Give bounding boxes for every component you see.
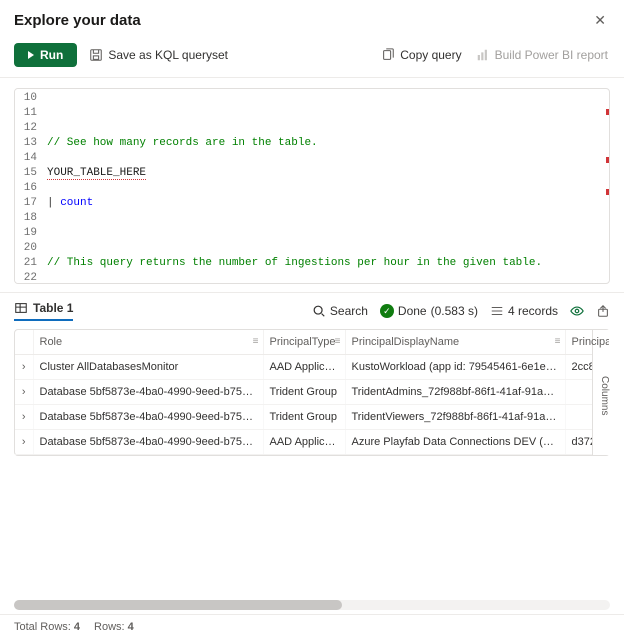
tab-label: Table 1 bbox=[33, 301, 73, 315]
column-label: PrincipalType bbox=[270, 336, 336, 348]
code-content[interactable]: // See how many records are in the table… bbox=[43, 89, 609, 283]
copy-query-button[interactable]: Copy query bbox=[379, 44, 463, 66]
total-rows: Total Rows: 4 bbox=[14, 621, 80, 633]
table-row[interactable]: ›Database 5bf5873e-4ba0-4990-9eed-b75cd6… bbox=[15, 430, 609, 455]
expand-row-icon[interactable]: › bbox=[15, 355, 33, 380]
status-label: Done bbox=[398, 304, 427, 318]
error-marker bbox=[606, 109, 609, 115]
column-menu-icon[interactable]: ≡ bbox=[335, 336, 341, 347]
play-icon bbox=[28, 51, 34, 59]
table-row[interactable]: ›Database 5bf5873e-4ba0-4990-9eed-b75cd6… bbox=[15, 405, 609, 430]
records-count: 4 records bbox=[490, 304, 558, 318]
column-menu-icon[interactable]: ≡ bbox=[555, 336, 561, 347]
error-marker bbox=[606, 157, 609, 163]
code-identifier: YOUR_TABLE_HERE bbox=[47, 167, 146, 180]
scrollbar-thumb[interactable] bbox=[14, 600, 342, 610]
powerbi-icon bbox=[476, 48, 490, 62]
cell-role: Database 5bf5873e-4ba0-4990-9eed-b75cd63… bbox=[33, 430, 263, 455]
status-time: (0.583 s) bbox=[431, 304, 478, 318]
table-icon bbox=[14, 301, 28, 315]
query-status: ✓ Done (0.583 s) bbox=[380, 304, 478, 318]
cell-principaldisplayname: TridentViewers_72f988bf-86f1-41af-91ab-2… bbox=[345, 405, 565, 430]
total-rows-value: 4 bbox=[74, 621, 80, 633]
code-comment: // See how many records are in the table… bbox=[47, 137, 318, 149]
cell-role: Cluster AllDatabasesMonitor bbox=[33, 355, 263, 380]
column-label: Role bbox=[40, 336, 63, 348]
save-queryset-button[interactable]: Save as KQL queryset bbox=[87, 44, 230, 66]
error-marker bbox=[606, 189, 609, 195]
run-label: Run bbox=[40, 48, 63, 62]
expand-row-icon[interactable]: › bbox=[15, 430, 33, 455]
export-icon[interactable] bbox=[596, 304, 610, 318]
copy-query-label: Copy query bbox=[400, 48, 461, 62]
rows-value: 4 bbox=[128, 621, 134, 633]
cell-principaltype: Trident Group bbox=[263, 405, 345, 430]
code-comment: // This query returns the number of inge… bbox=[47, 257, 542, 269]
column-header-role[interactable]: Role ≡ bbox=[33, 330, 263, 355]
copy-icon bbox=[381, 48, 395, 62]
toolbar: Run Save as KQL queryset Copy query Buil… bbox=[0, 37, 624, 78]
table-row[interactable]: ›Database 5bf5873e-4ba0-4990-9eed-b75cd6… bbox=[15, 380, 609, 405]
cell-principaldisplayname: Azure Playfab Data Connections DEV (app … bbox=[345, 430, 565, 455]
cell-principaltype: AAD Application bbox=[263, 355, 345, 380]
table-header-row: Role≡ PrincipalType≡ PrincipalDisplayNam… bbox=[15, 330, 609, 355]
code-editor[interactable]: 1011121314151617181920212223 // See how … bbox=[14, 88, 610, 284]
cell-principaldisplayname: TridentAdmins_72f988bf-86f1-41af-91ab-2d… bbox=[345, 380, 565, 405]
horizontal-scrollbar[interactable] bbox=[14, 600, 610, 610]
save-icon bbox=[89, 48, 103, 62]
column-label: PrincipalDisplayName bbox=[352, 336, 460, 348]
view-icon[interactable] bbox=[570, 304, 584, 318]
records-icon bbox=[490, 304, 504, 318]
search-button[interactable]: Search bbox=[312, 304, 368, 318]
search-icon bbox=[312, 304, 326, 318]
check-icon: ✓ bbox=[380, 304, 394, 318]
build-powerbi-button[interactable]: Build Power BI report bbox=[474, 44, 610, 66]
results-toolbar: Table 1 Search ✓ Done (0.583 s) 4 record… bbox=[0, 292, 624, 325]
page-title: Explore your data bbox=[14, 12, 141, 29]
code-keyword: count bbox=[60, 197, 93, 209]
column-header-principaltype[interactable]: PrincipalType≡ bbox=[263, 330, 345, 355]
results-footer: Total Rows: 4 Rows: 4 bbox=[0, 614, 624, 639]
line-gutter: 1011121314151617181920212223 bbox=[15, 89, 43, 283]
build-powerbi-label: Build Power BI report bbox=[495, 48, 608, 62]
column-label: PrincipalObjec bbox=[572, 336, 610, 348]
close-button[interactable]: ✕ bbox=[590, 8, 610, 33]
records-label: 4 records bbox=[508, 304, 558, 318]
total-rows-label: Total Rows: bbox=[14, 621, 71, 633]
column-header-principalobject[interactable]: PrincipalObjec bbox=[565, 330, 609, 355]
cell-role: Database 5bf5873e-4ba0-4990-9eed-b75cd63… bbox=[33, 405, 263, 430]
rows: Rows: 4 bbox=[94, 621, 134, 633]
table-row[interactable]: ›Cluster AllDatabasesMonitorAAD Applicat… bbox=[15, 355, 609, 380]
cell-principaldisplayname: KustoWorkload (app id: 79545461-6e1e-42e… bbox=[345, 355, 565, 380]
column-header-principaldisplayname[interactable]: PrincipalDisplayName ≡ bbox=[345, 330, 565, 355]
expand-row-icon[interactable]: › bbox=[15, 380, 33, 405]
search-label: Search bbox=[330, 304, 368, 318]
save-queryset-label: Save as KQL queryset bbox=[108, 48, 228, 62]
cell-principaltype: AAD Application bbox=[263, 430, 345, 455]
results-grid: Columns Role≡ PrincipalType≡ PrincipalDi… bbox=[14, 329, 610, 456]
rows-label: Rows: bbox=[94, 621, 125, 633]
tab-table-1[interactable]: Table 1 bbox=[14, 301, 73, 321]
expand-all-header bbox=[15, 330, 33, 355]
cell-principaltype: Trident Group bbox=[263, 380, 345, 405]
cell-role: Database 5bf5873e-4ba0-4990-9eed-b75cd63… bbox=[33, 380, 263, 405]
column-menu-icon[interactable]: ≡ bbox=[253, 336, 259, 347]
expand-row-icon[interactable]: › bbox=[15, 405, 33, 430]
run-button[interactable]: Run bbox=[14, 43, 77, 67]
